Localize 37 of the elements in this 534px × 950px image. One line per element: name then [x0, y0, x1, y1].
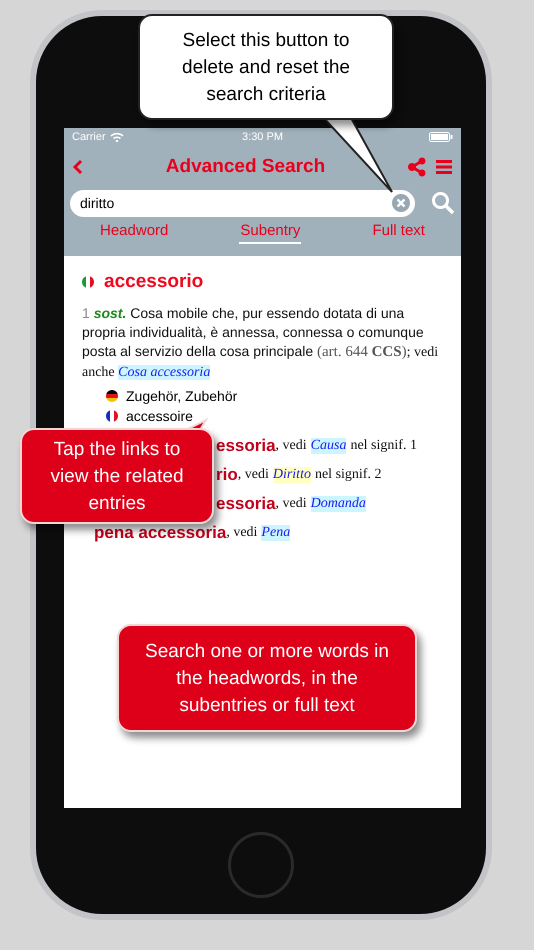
translation-text: Zugehör, Zubehör	[126, 388, 238, 404]
sense-note: nel signif. 1	[350, 438, 417, 454]
entry-link[interactable]: Domanda	[310, 496, 366, 512]
subentry-term: essoria	[216, 436, 276, 456]
entry-link[interactable]: Causa	[310, 438, 346, 454]
subentry-term: pena accessoria	[94, 522, 226, 542]
subentry-term: essoria	[216, 494, 276, 514]
screen-title: Advanced Search	[164, 156, 326, 178]
see-label: , vedi	[226, 524, 258, 540]
callout-text: Select this button to delete and reset the search criteria	[181, 28, 351, 106]
battery-icon	[429, 132, 453, 142]
headword: accessorio	[104, 271, 204, 293]
back-icon[interactable]	[72, 159, 84, 175]
search-icon[interactable]	[431, 191, 455, 215]
see-label: , vedi	[238, 466, 269, 482]
flag-icon	[106, 410, 118, 422]
flag-icon	[82, 276, 94, 288]
search-field[interactable]: diritto	[70, 190, 415, 216]
see-label: , vedi	[276, 438, 307, 454]
home-button[interactable]	[228, 832, 294, 898]
share-icon[interactable]	[407, 157, 427, 177]
sense-note: nel signif. 2	[314, 466, 382, 482]
clear-icon[interactable]	[391, 193, 411, 213]
entry-link[interactable]: Pena	[261, 524, 290, 540]
see-label: , vedi	[276, 496, 307, 512]
wifi-icon	[110, 132, 124, 142]
carrier-label: Carrier	[72, 131, 106, 143]
callout-text: Search one or more words in the headwords, in the subentries or full text	[144, 640, 390, 718]
translation-text: accessoire	[126, 408, 193, 424]
callout-text: Tap the links to view the related entries	[49, 438, 185, 516]
menu-icon[interactable]	[435, 159, 453, 175]
definition-text: 1 sost. Cosa mobile che, pur essendo dotata di una propria individualità, è annessa, connessa o comunque posta al servizio della cosa principale (art. 644 CCS); vedi anche Cosa accessoria	[82, 304, 440, 382]
entry-link[interactable]: Cosa accessoria	[118, 365, 210, 380]
entry-link[interactable]: Diritto	[272, 466, 311, 482]
flag-icon	[106, 390, 118, 402]
subentry-term: rio	[216, 464, 238, 484]
status-time: 3:30 PM	[242, 131, 283, 143]
